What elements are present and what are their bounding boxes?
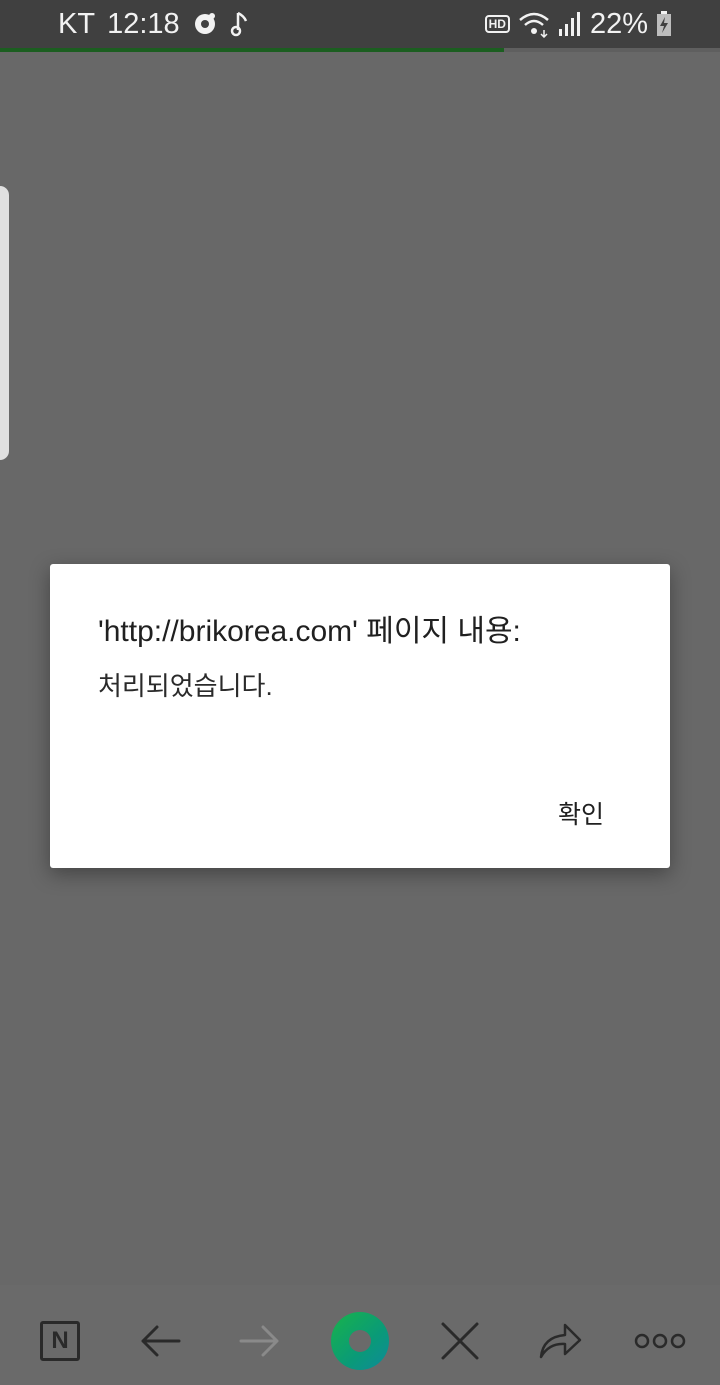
record-icon bbox=[194, 13, 215, 34]
more-icon bbox=[634, 1333, 686, 1349]
status-left: KT 12:18 bbox=[58, 7, 250, 41]
back-button[interactable] bbox=[130, 1311, 190, 1371]
close-button[interactable] bbox=[430, 1311, 490, 1371]
share-icon bbox=[539, 1323, 582, 1359]
page-load-progress-fill bbox=[0, 48, 504, 52]
close-icon bbox=[441, 1322, 479, 1360]
dialog-title: 'http://brikorea.com' 페이지 내용: bbox=[98, 615, 521, 648]
battery-charging-icon bbox=[657, 11, 671, 36]
more-button[interactable] bbox=[630, 1311, 690, 1371]
alert-dialog: 'http://brikorea.com' 페이지 내용: 처리되었습니다. 확… bbox=[50, 564, 670, 868]
confirm-button[interactable]: 확인 bbox=[534, 789, 628, 837]
hd-badge: HD bbox=[484, 15, 510, 33]
green-dot-button[interactable] bbox=[330, 1311, 390, 1371]
share-button[interactable] bbox=[530, 1311, 590, 1371]
forward-arrow-icon bbox=[239, 1325, 279, 1357]
status-bar: KT 12:18 HD 22% bbox=[0, 0, 720, 48]
carrier-label: KT bbox=[58, 7, 96, 40]
battery-percent: 22% bbox=[589, 7, 648, 40]
forward-button[interactable] bbox=[230, 1311, 290, 1371]
green-dot-icon bbox=[331, 1312, 389, 1370]
side-panel-handle[interactable] bbox=[0, 186, 9, 460]
music-note-icon bbox=[230, 11, 247, 37]
wifi-icon bbox=[519, 12, 549, 38]
naver-home-button[interactable]: N bbox=[30, 1311, 90, 1371]
dialog-message: 처리되었습니다. bbox=[98, 671, 273, 701]
browser-bottom-bar: N bbox=[0, 1285, 720, 1385]
status-right: HD 22% bbox=[484, 7, 672, 41]
signal-icon bbox=[558, 12, 580, 36]
page-load-progress bbox=[0, 48, 720, 52]
naver-home-icon: N bbox=[40, 1321, 80, 1361]
back-arrow-icon bbox=[141, 1325, 181, 1357]
clock: 12:18 bbox=[107, 7, 180, 40]
